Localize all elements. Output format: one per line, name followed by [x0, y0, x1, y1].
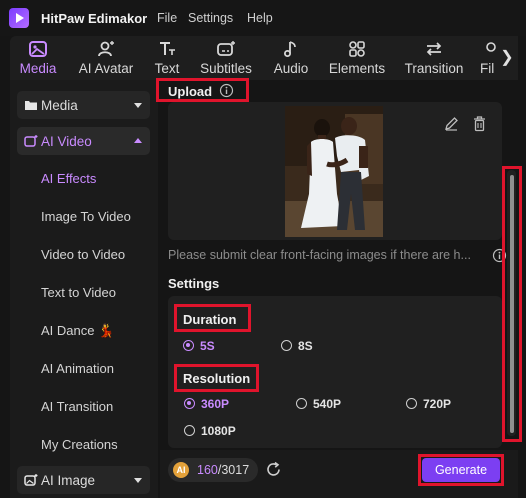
text-icon — [160, 42, 175, 55]
ai-image-icon — [24, 474, 38, 486]
settings-title: Settings — [168, 276, 220, 291]
sidebar-item-image-to-video[interactable]: Image To Video — [41, 209, 131, 224]
audio-icon — [284, 41, 296, 57]
radio-unchecked-icon — [281, 340, 292, 351]
uploaded-photo — [285, 106, 383, 237]
subtitles-icon — [217, 41, 235, 56]
sidebar-group-ai-video-label: AI Video — [41, 134, 92, 149]
credits-badge: AI 160/3017 — [168, 458, 258, 482]
scrollbar-highlight — [502, 166, 522, 442]
trash-icon[interactable] — [472, 115, 487, 132]
sidebar-group-ai-image-label: AI Image — [41, 473, 96, 488]
radio-checked-icon — [183, 340, 194, 351]
credits-text: 160/3017 — [197, 463, 249, 477]
sidebar-group-ai-image[interactable]: AI Image — [17, 466, 150, 494]
ai-avatar-icon — [98, 41, 114, 57]
transition-icon — [426, 42, 442, 56]
tab-ai-avatar-label: AI Avatar — [78, 61, 134, 76]
chevron-up-icon — [134, 138, 142, 143]
ai-video-icon — [24, 135, 38, 147]
radio-unchecked-icon — [184, 425, 195, 436]
tab-subtitles[interactable]: Subtitles — [196, 36, 256, 80]
duration-option-5s-label: 5S — [200, 339, 215, 353]
app-logo-icon — [9, 8, 29, 28]
sidebar-item-ai-animation[interactable]: AI Animation — [41, 361, 114, 376]
tab-text[interactable]: Text — [150, 36, 184, 80]
sidebar-group-ai-video[interactable]: AI Video — [17, 127, 150, 155]
menu-settings[interactable]: Settings — [188, 11, 233, 25]
resolution-option-720p-label: 720P — [423, 397, 452, 411]
chevron-right-icon: ❯ — [500, 49, 514, 66]
radio-unchecked-icon — [406, 398, 417, 409]
toolbar-next-button[interactable]: ❯ — [496, 36, 518, 80]
edit-icon[interactable] — [444, 116, 459, 131]
menu-file[interactable]: File — [157, 11, 177, 25]
tab-ai-avatar[interactable]: AI Avatar — [72, 36, 140, 80]
sidebar-item-ai-effects[interactable]: AI Effects — [41, 171, 96, 186]
tab-filters[interactable]: Fil — [480, 36, 496, 80]
generate-highlight — [418, 454, 504, 486]
sidebar: Media AI Video AI Effects Image To Video… — [10, 80, 158, 498]
credits-used: 160 — [197, 463, 218, 477]
sidebar-item-video-to-video[interactable]: Video to Video — [41, 247, 125, 262]
duration-highlight — [174, 304, 251, 332]
refresh-icon[interactable] — [265, 461, 282, 478]
media-icon — [29, 41, 47, 57]
tab-text-label: Text — [154, 61, 180, 76]
sidebar-item-ai-dance[interactable]: AI Dance 💃 — [41, 323, 114, 339]
resolution-highlight — [174, 364, 259, 392]
ai-credit-icon: AI — [173, 462, 189, 478]
resolution-option-1080p-label: 1080P — [201, 424, 236, 438]
resolution-option-540p-label: 540P — [313, 397, 342, 411]
radio-unchecked-icon — [296, 398, 307, 409]
tab-media[interactable]: Media — [10, 36, 66, 80]
duration-option-8s-label: 8S — [298, 339, 313, 353]
menu-help[interactable]: Help — [247, 11, 273, 25]
tab-audio-label: Audio — [273, 61, 309, 76]
filter-icon — [486, 42, 496, 52]
sidebar-item-my-creations[interactable]: My Creations — [41, 437, 118, 452]
resolution-option-360p-label: 360P — [201, 397, 230, 411]
folder-icon — [25, 101, 37, 110]
sidebar-item-text-to-video[interactable]: Text to Video — [41, 285, 116, 300]
app-name: HitPaw Edimakor — [41, 11, 148, 26]
upload-hint-text: Please submit clear front-facing images … — [168, 248, 471, 262]
tab-elements-label: Elements — [328, 61, 386, 76]
radio-checked-icon — [184, 398, 195, 409]
tab-elements[interactable]: Elements — [325, 36, 389, 80]
main-toolbar: Media AI Avatar Text Subtitles Audio Ele… — [10, 36, 518, 80]
chevron-down-icon — [134, 478, 142, 483]
tab-transition-label: Transition — [404, 61, 464, 76]
tab-transition[interactable]: Transition — [399, 36, 469, 80]
upload-highlight — [156, 78, 249, 102]
tab-media-label: Media — [19, 61, 57, 76]
chevron-down-icon — [134, 103, 142, 108]
tab-audio[interactable]: Audio — [269, 36, 313, 80]
title-bar: HitPaw Edimakor File Settings Help — [0, 0, 526, 36]
credits-total: /3017 — [217, 463, 250, 477]
sidebar-item-ai-transition[interactable]: AI Transition — [41, 399, 113, 414]
tab-filters-label: Fil — [480, 61, 495, 76]
elements-icon — [349, 41, 365, 57]
sidebar-group-media-label: Media — [41, 98, 78, 113]
sidebar-group-media[interactable]: Media — [17, 91, 150, 119]
tab-subtitles-label: Subtitles — [200, 61, 252, 76]
